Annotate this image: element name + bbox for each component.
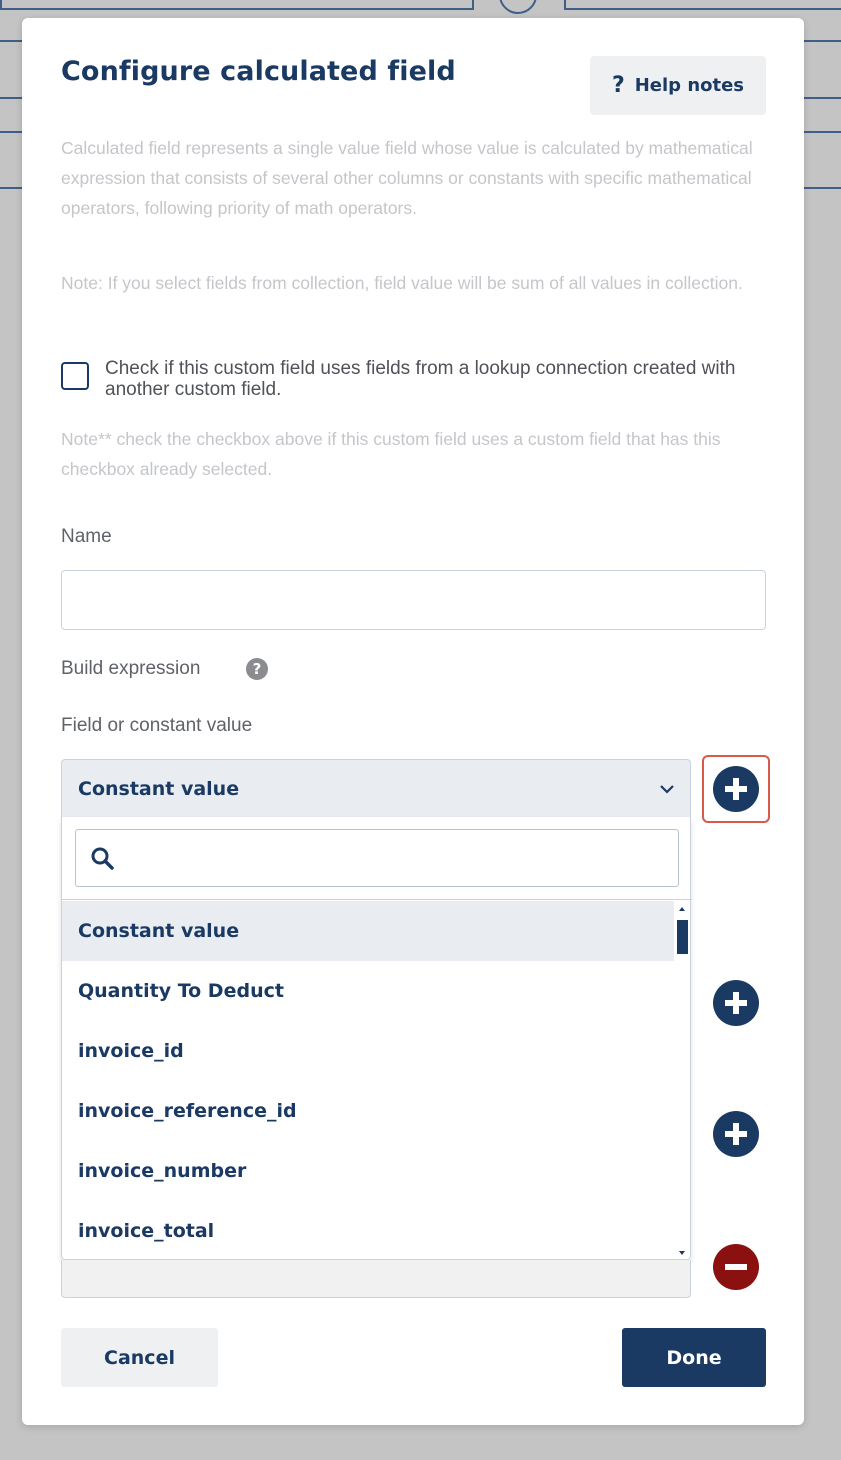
search-input[interactable]	[124, 830, 678, 886]
help-notes-button[interactable]: ? Help notes	[590, 56, 766, 115]
dropdown-search[interactable]	[75, 829, 679, 887]
remove-operand-button[interactable]	[713, 1244, 759, 1290]
scroll-down-arrow[interactable]	[679, 1251, 685, 1255]
question-mark-icon: ?	[611, 73, 625, 98]
dropdown-scrollbar[interactable]	[674, 900, 692, 1260]
field-select-value: Constant value	[78, 777, 240, 800]
add-operand-button[interactable]	[713, 980, 759, 1026]
plus-icon	[725, 778, 747, 800]
add-operand-button[interactable]	[713, 766, 759, 812]
field-select[interactable]: Constant value	[61, 759, 691, 817]
add-operand-button[interactable]	[713, 1111, 759, 1157]
collection-note: Note: If you select fields from collecti…	[61, 273, 743, 293]
dropdown-options: Constant value Quantity To Deduct invoic…	[62, 899, 692, 1260]
description-text: Calculated field represents a single val…	[61, 138, 753, 218]
background-panel-left	[0, 0, 474, 10]
chevron-down-icon	[660, 784, 674, 794]
lookup-checkbox-row: Check if this custom field uses fields f…	[61, 358, 761, 400]
field-or-constant-label: Field or constant value	[61, 715, 253, 736]
minus-icon	[725, 1264, 747, 1270]
background-circle	[499, 0, 537, 14]
scrollbar-thumb[interactable]	[677, 920, 688, 954]
done-button[interactable]: Done	[622, 1328, 766, 1387]
expression-field-box[interactable]	[61, 1260, 691, 1298]
build-expression-label: Build expression	[61, 658, 201, 679]
dropdown-option[interactable]: Quantity To Deduct	[62, 961, 674, 1021]
calculated-field-modal: Configure calculated field ? Help notes …	[22, 18, 804, 1425]
lookup-checkbox[interactable]	[61, 362, 89, 390]
name-input[interactable]	[61, 570, 766, 630]
scroll-up-arrow[interactable]	[679, 907, 685, 911]
cancel-button[interactable]: Cancel	[61, 1328, 218, 1387]
lookup-checkbox-label[interactable]: Check if this custom field uses fields f…	[105, 358, 761, 400]
dropdown-option[interactable]: invoice_number	[62, 1141, 674, 1201]
dropdown-option[interactable]: invoice_id	[62, 1021, 674, 1081]
background-panel-right	[564, 0, 841, 10]
help-notes-label: Help notes	[634, 75, 745, 96]
plus-icon	[725, 1123, 747, 1145]
dropdown-option[interactable]: invoice_total	[62, 1201, 674, 1260]
field-dropdown: Constant value Quantity To Deduct invoic…	[61, 817, 692, 1260]
search-icon	[91, 847, 114, 870]
checkbox-note: Note** check the checkbox above if this …	[61, 429, 721, 479]
dropdown-option[interactable]: Constant value	[62, 901, 674, 961]
dropdown-option[interactable]: invoice_reference_id	[62, 1081, 674, 1141]
name-label: Name	[61, 526, 112, 547]
plus-icon	[725, 992, 747, 1014]
modal-title: Configure calculated field	[61, 56, 456, 87]
info-icon[interactable]: ?	[246, 658, 268, 680]
